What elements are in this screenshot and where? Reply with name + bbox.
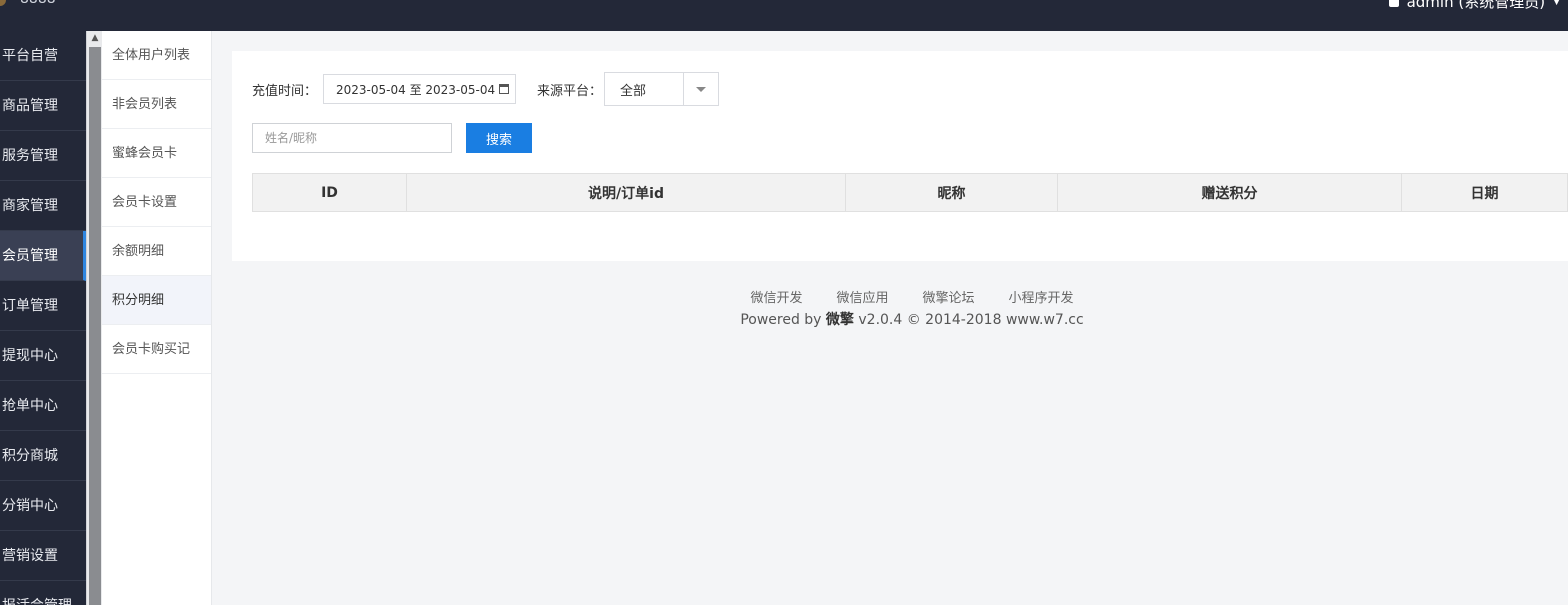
calendar-icon [499, 84, 510, 94]
sidebar-item-order[interactable]: 订单管理 [0, 281, 86, 331]
footer-link-wechat-apps[interactable]: 微信应用 [836, 287, 888, 306]
sidebar-item-platform[interactable]: 平台自营 [0, 31, 86, 81]
source-platform-value: 全部 [620, 83, 647, 99]
sidebar-item-marketing[interactable]: 营销设置 [0, 531, 86, 581]
sub-sidebar: 全体用户列表 非会员列表 蜜蜂会员卡 会员卡设置 余额明细 积分明细 会员卡购买… [102, 31, 212, 605]
sidebar-item-member[interactable]: 会员管理 [0, 231, 86, 281]
user-icon [1388, 0, 1399, 7]
date-range-picker[interactable]: 2023-05-04 至 2023-05-04 [323, 74, 517, 104]
top-header: 8888 admin (系统管理员) ▼ [0, 0, 1568, 31]
user-name: admin (系统管理员) [1406, 0, 1546, 11]
brand-name: 8888 [20, 0, 56, 7]
table-header-row: ID 说明/订单id 昵称 赠送积分 日期 [252, 173, 1568, 212]
caret-down-icon: ▼ [1553, 0, 1560, 7]
column-nickname[interactable]: 昵称 [845, 173, 1058, 212]
chevron-down-icon [696, 86, 707, 92]
date-range-value: 2023-05-04 至 2023-05-04 [336, 82, 496, 97]
footer-link-forum[interactable]: 微擎论坛 [923, 287, 975, 306]
sidebar-item-withdraw[interactable]: 提现中心 [0, 331, 86, 381]
user-menu[interactable]: admin (系统管理员) ▼ [1388, 0, 1560, 12]
sidebar-item-event[interactable]: 报活会管理 [0, 581, 86, 605]
sidebar-item-merchant[interactable]: 商家管理 [0, 181, 86, 231]
recharge-time-label: 充值时间： [252, 83, 318, 99]
source-platform-label: 来源平台： [537, 83, 603, 99]
page-footer: 微信开发 微信应用 微擎论坛 小程序开发 Powered by 微擎 v2.0.… [232, 287, 1568, 329]
column-id[interactable]: ID [252, 173, 407, 212]
sidebar-item-points-mall[interactable]: 积分商城 [0, 431, 86, 481]
chevron-up-icon[interactable]: ▲ [90, 33, 100, 43]
powered-suffix: v2.0.4 © 2014-2018 www.w7.cc [858, 312, 1084, 328]
sidebar-item-grab-order[interactable]: 抢单中心 [0, 381, 86, 431]
sidebar-item-service[interactable]: 服务管理 [0, 131, 86, 181]
subnav-item-non-members[interactable]: 非会员列表 [102, 80, 211, 129]
powered-brand: 微擎 [825, 312, 854, 328]
subnav-item-card-purchase[interactable]: 会员卡购买记 [102, 325, 211, 374]
sidebar-item-goods[interactable]: 商品管理 [0, 81, 86, 131]
column-date[interactable]: 日期 [1401, 173, 1568, 212]
sidebar-item-distribution[interactable]: 分销中心 [0, 481, 86, 531]
sidebar-scrollbar[interactable]: ▲ [86, 31, 102, 605]
subnav-item-bee-card[interactable]: 蜜蜂会员卡 [102, 129, 211, 178]
source-platform-select[interactable]: 全部 [604, 72, 720, 106]
content-panel: 充值时间： 2023-05-04 至 2023-05-04 来源平台： 全部 搜… [232, 51, 1568, 261]
column-description[interactable]: 说明/订单id [406, 173, 846, 212]
points-table: ID 说明/订单id 昵称 赠送积分 日期 [252, 173, 1568, 212]
name-nickname-input[interactable] [252, 123, 452, 153]
main-sidebar: 平台自营 商品管理 服务管理 商家管理 会员管理 订单管理 提现中心 抢单中心 … [0, 31, 86, 605]
select-arrow[interactable] [683, 73, 718, 105]
subnav-item-card-settings[interactable]: 会员卡设置 [102, 178, 211, 227]
powered-prefix: Powered by [740, 312, 822, 328]
footer-link-wechat-dev[interactable]: 微信开发 [750, 287, 802, 306]
column-bonus-points[interactable]: 赠送积分 [1057, 173, 1402, 212]
subnav-item-all-users[interactable]: 全体用户列表 [102, 31, 211, 80]
footer-links: 微信开发 微信应用 微擎论坛 小程序开发 [232, 287, 1568, 306]
powered-by: Powered by 微擎 v2.0.4 © 2014-2018 www.w7.… [232, 309, 1568, 329]
filter-row: 充值时间： 2023-05-04 至 2023-05-04 来源平台： 全部 [252, 72, 720, 106]
subnav-item-balance-detail[interactable]: 余额明细 [102, 227, 211, 276]
brand-logo-icon [0, 0, 6, 6]
search-row: 搜索 [252, 123, 532, 153]
scrollbar-thumb[interactable] [89, 47, 101, 605]
search-button[interactable]: 搜索 [466, 123, 532, 153]
footer-link-miniprogram[interactable]: 小程序开发 [1009, 287, 1074, 306]
subnav-item-points-detail[interactable]: 积分明细 [102, 276, 211, 325]
